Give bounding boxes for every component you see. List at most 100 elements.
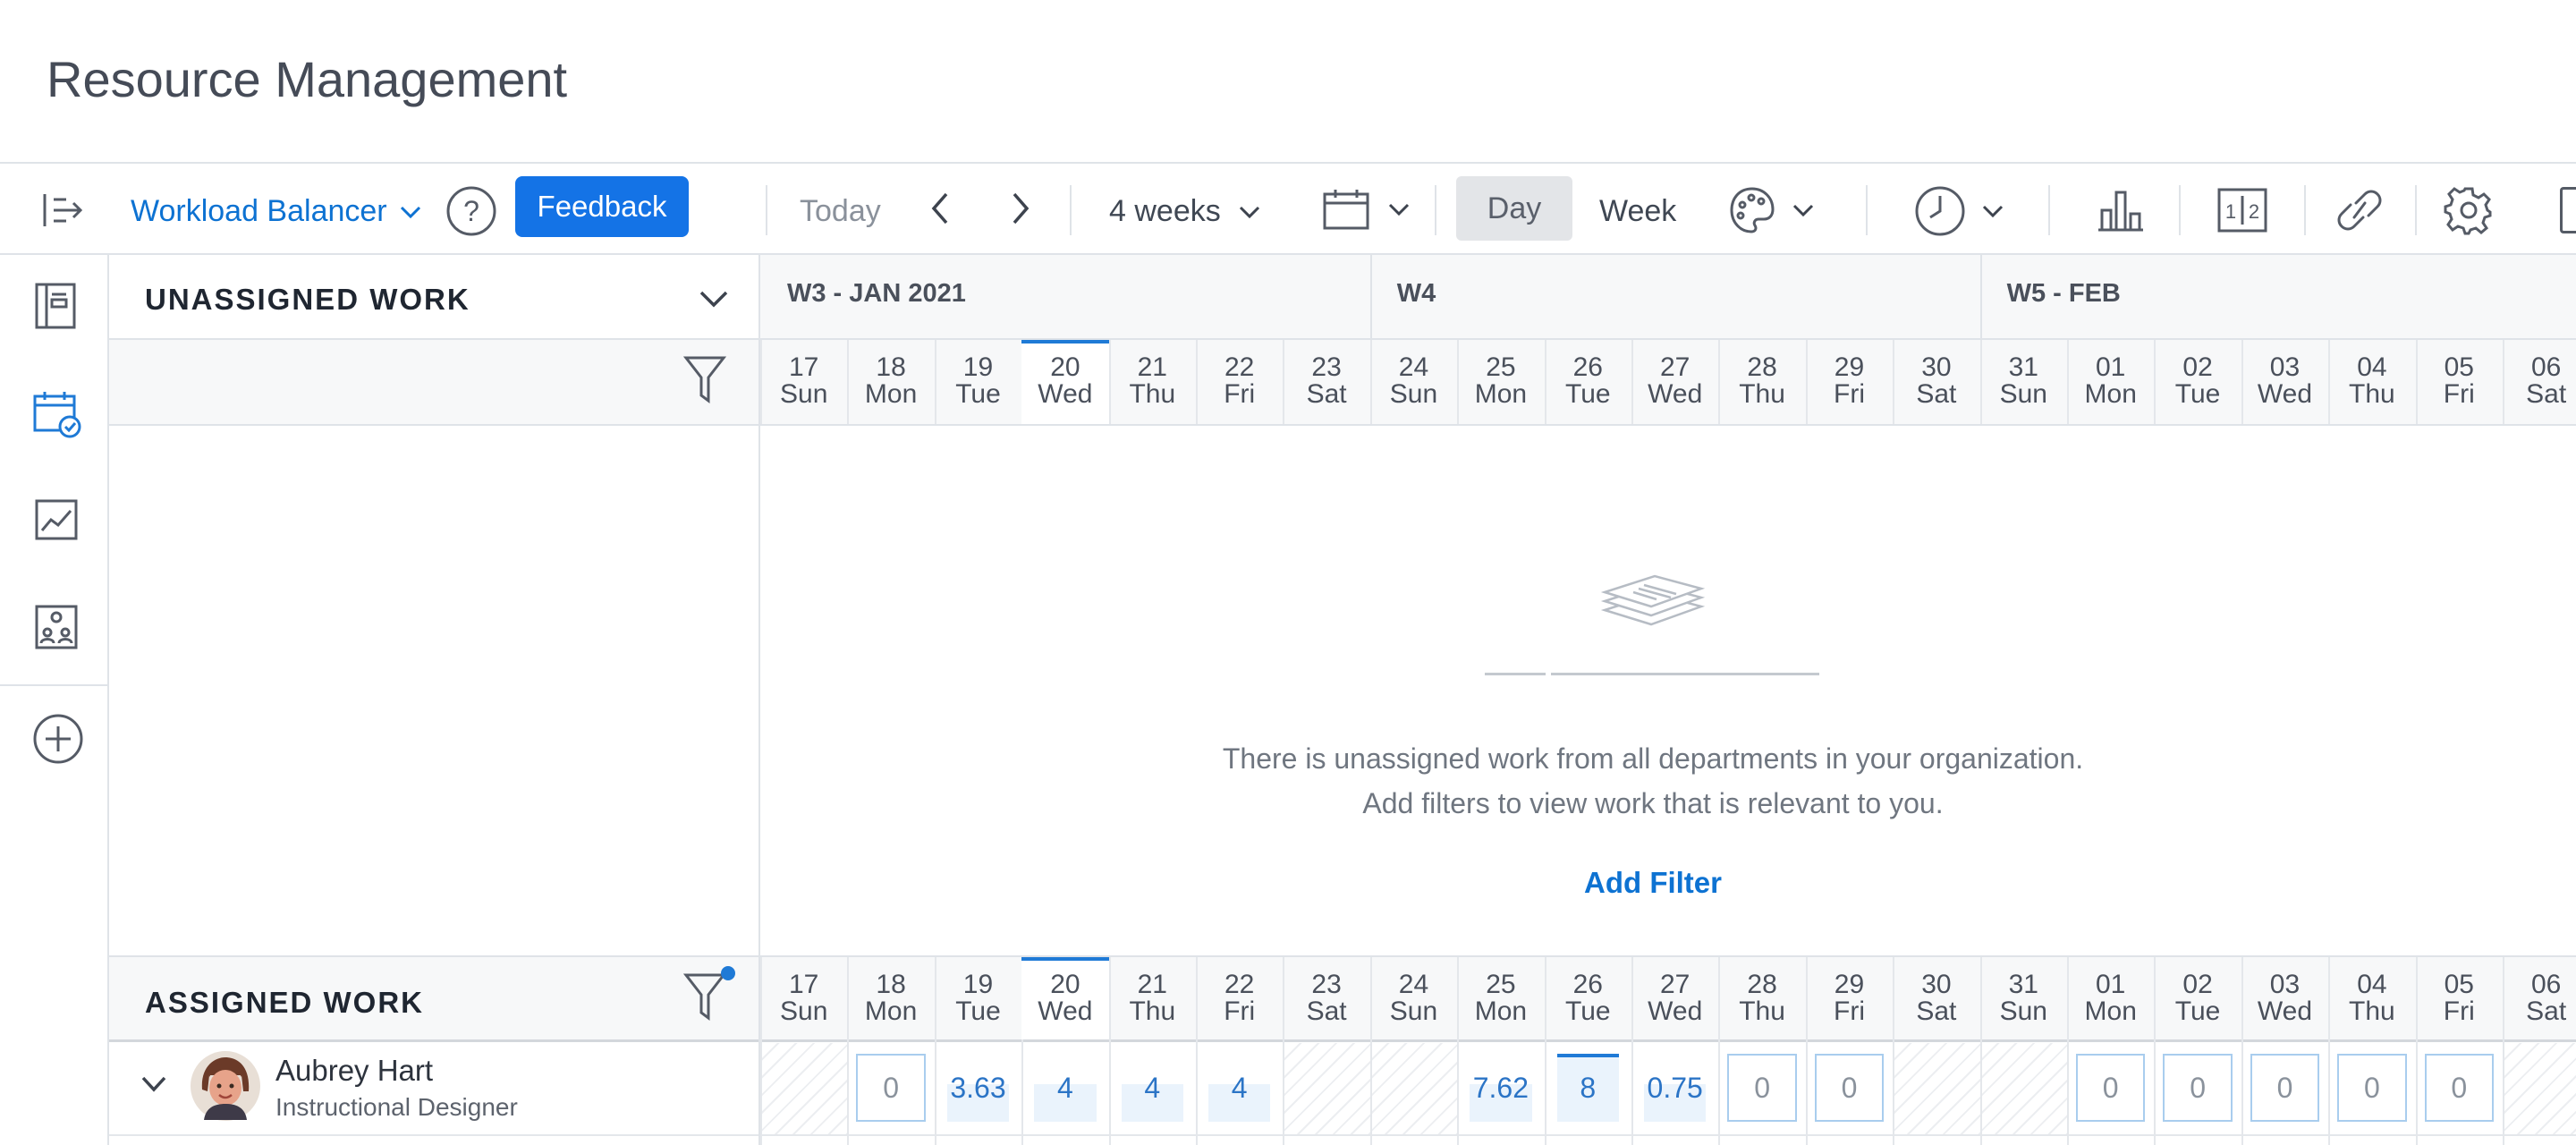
view-selector[interactable]: Workload Balancer — [131, 194, 423, 229]
week-label: W4 — [1396, 279, 1436, 308]
next-period-button[interactable] — [1007, 189, 1034, 228]
range-selector-label: 4 weeks — [1109, 194, 1221, 228]
workload-cell[interactable]: 0 — [2250, 1054, 2320, 1122]
clock-icon — [1915, 186, 1965, 236]
settings-button[interactable] — [2444, 185, 2494, 235]
workload-cell[interactable]: 0 — [2163, 1054, 2233, 1122]
svg-text:1: 1 — [2225, 200, 2236, 223]
day-of-week: Thu — [2349, 997, 2395, 1026]
svg-text:?: ? — [463, 195, 479, 227]
split-view-icon: 12 — [2217, 188, 2267, 233]
day-number: 26 — [1572, 352, 1603, 382]
collapse-unassigned-button[interactable] — [698, 288, 730, 310]
avatar — [190, 1050, 261, 1122]
workload-cell[interactable]: 8 — [1545, 1072, 1631, 1105]
non-working-day-cell — [1371, 1043, 1458, 1134]
workload-cell[interactable]: 4 — [1021, 1072, 1108, 1105]
gear-icon — [2444, 187, 2492, 235]
sidebar-item-analytics[interactable] — [34, 498, 79, 541]
today-button[interactable]: Today — [800, 194, 881, 229]
toolbar-divider — [1435, 185, 1436, 235]
day-of-week: Tue — [1564, 997, 1611, 1026]
day-of-week: Wed — [2257, 997, 2313, 1026]
chevron-down-icon — [141, 1076, 166, 1092]
day-number: 27 — [1660, 352, 1690, 382]
workload-cell[interactable]: 0 — [2076, 1054, 2146, 1122]
split-view-button[interactable]: 12 — [2216, 187, 2268, 233]
sidebar-item-teams[interactable] — [34, 604, 79, 650]
add-filter-link[interactable]: Add Filter — [1563, 866, 1742, 900]
day-number: 17 — [789, 352, 819, 382]
week-view-toggle[interactable]: Week — [1599, 194, 1676, 229]
workload-cell[interactable]: 0.75 — [1631, 1072, 1718, 1105]
palette-icon — [1730, 187, 1775, 233]
day-number: 23 — [1311, 352, 1342, 382]
previous-period-button[interactable] — [927, 189, 953, 228]
color-settings-button[interactable] — [1728, 185, 1816, 235]
assigned-header-divider — [109, 1039, 2576, 1042]
day-number: 03 — [2269, 970, 2301, 999]
person-name[interactable]: Aubrey Hart — [275, 1054, 433, 1088]
workload-cell[interactable]: 0 — [1727, 1054, 1797, 1122]
filter-icon — [683, 356, 726, 403]
sidebar-add-button[interactable] — [32, 713, 84, 765]
panel-toggle-icon[interactable] — [2560, 187, 2576, 233]
assigned-filter-button[interactable] — [683, 966, 735, 1022]
toolbar-divider — [2048, 185, 2050, 235]
day-of-week: Mon — [864, 379, 918, 409]
workload-cell[interactable]: 0 — [856, 1054, 926, 1122]
day-of-week: Tue — [955, 997, 1001, 1026]
workload-cell[interactable]: 0 — [2337, 1054, 2407, 1122]
workload-cell[interactable]: 0 — [1814, 1054, 1885, 1122]
unassigned-filter-button[interactable] — [683, 354, 726, 406]
day-number: 02 — [2182, 352, 2213, 382]
workload-cell[interactable]: 7.62 — [1457, 1072, 1544, 1105]
day-of-week: Mon — [1474, 997, 1528, 1026]
day-of-week: Wed — [1648, 379, 1703, 409]
sidebar-item-workload[interactable] — [32, 389, 82, 439]
day-number: 21 — [1137, 970, 1167, 999]
toolbar-divider — [2304, 185, 2306, 235]
sidebar-item-projects[interactable] — [34, 282, 77, 330]
assigned-work-title: ASSIGNED WORK — [145, 986, 425, 1019]
row-divider — [109, 1134, 2576, 1136]
collapse-panel-icon[interactable] — [41, 189, 88, 232]
day-view-toggle[interactable]: Day — [1456, 176, 1572, 241]
day-number: 25 — [1486, 970, 1516, 999]
unassigned-work-title: UNASSIGNED WORK — [145, 283, 470, 316]
workload-cell[interactable]: 4 — [1109, 1072, 1196, 1105]
day-of-week: Fri — [1224, 379, 1256, 409]
day-of-week: Sat — [2526, 379, 2567, 409]
time-settings-button[interactable] — [1914, 185, 2005, 237]
expand-person-button[interactable] — [140, 1073, 168, 1095]
day-number: 20 — [1050, 352, 1080, 382]
week-divider — [1979, 255, 1982, 338]
day-of-week: Wed — [1038, 997, 1093, 1026]
range-selector[interactable]: 4 weeks — [1109, 194, 1262, 229]
help-button[interactable]: ? — [445, 185, 497, 237]
day-of-week: Fri — [1224, 997, 1256, 1026]
toolbar-divider — [1070, 185, 1072, 235]
filter-icon — [683, 966, 735, 1021]
empty-state-illustration — [1599, 565, 1707, 639]
feedback-button[interactable]: Feedback — [515, 176, 689, 237]
person-role: Instructional Designer — [275, 1093, 518, 1121]
link-button[interactable] — [2336, 185, 2383, 235]
day-of-week: Tue — [955, 379, 1001, 409]
day-number: 06 — [2531, 970, 2562, 999]
non-working-day-cell — [2504, 1043, 2576, 1134]
week-divider — [1369, 255, 1372, 338]
day-of-week: Wed — [1648, 997, 1703, 1026]
workload-cell[interactable]: 3.63 — [935, 1072, 1021, 1105]
day-of-week: Sun — [780, 997, 828, 1026]
calendar-check-icon — [33, 392, 81, 438]
date-picker-button[interactable] — [1322, 187, 1411, 232]
day-of-week: Sun — [1389, 379, 1438, 409]
non-working-day-cell — [1284, 1043, 1370, 1134]
day-number: 19 — [962, 352, 994, 382]
workload-cell[interactable]: 0 — [2424, 1054, 2494, 1122]
bar-chart-button[interactable] — [2097, 187, 2145, 233]
day-number: 25 — [1486, 352, 1516, 382]
workload-cell[interactable]: 4 — [1196, 1072, 1283, 1105]
day-of-week: Sun — [1999, 379, 2047, 409]
